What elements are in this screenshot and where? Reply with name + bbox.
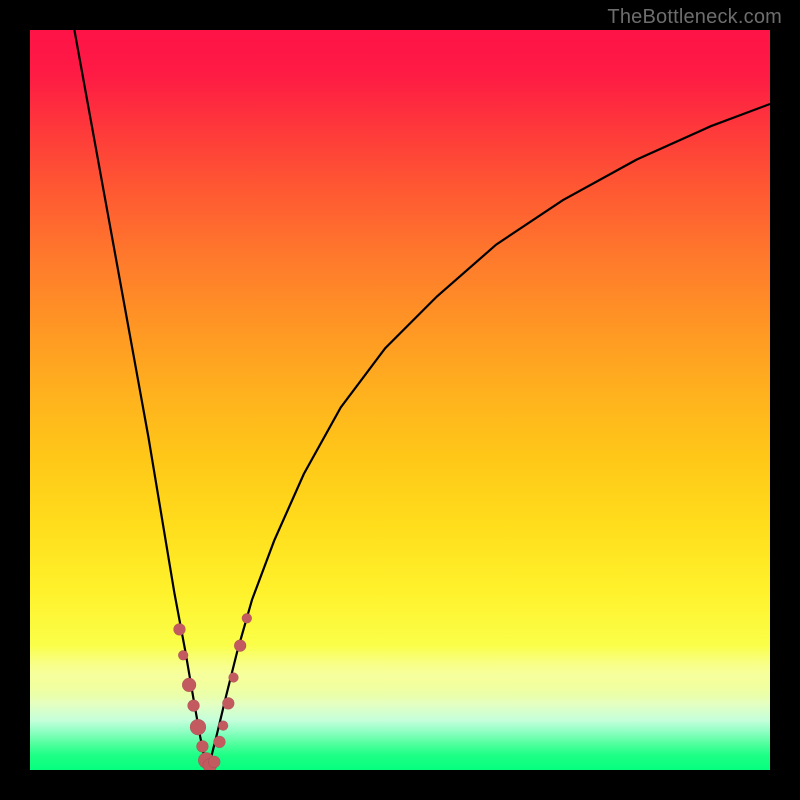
curve-right-branch: [208, 104, 770, 770]
curve-left-branch: [74, 30, 207, 770]
marker-dot: [178, 650, 188, 660]
curve-paths: [74, 30, 770, 770]
marker-dot: [173, 623, 185, 635]
marker-dot: [182, 678, 196, 692]
marker-dot: [196, 740, 208, 752]
marker-dot: [190, 719, 206, 735]
marker-dot: [208, 756, 220, 768]
marker-dot: [213, 736, 225, 748]
watermark-text: TheBottleneck.com: [607, 6, 782, 29]
marker-dot: [229, 673, 239, 683]
curve-layer: [30, 30, 770, 770]
marker-dot: [218, 721, 228, 731]
plot-area: [30, 30, 770, 770]
marker-dot: [222, 697, 234, 709]
marker-dot: [242, 613, 252, 623]
chart-frame: TheBottleneck.com: [0, 0, 800, 800]
marker-dot: [188, 700, 200, 712]
marker-group: [173, 613, 251, 770]
marker-dot: [234, 640, 246, 652]
